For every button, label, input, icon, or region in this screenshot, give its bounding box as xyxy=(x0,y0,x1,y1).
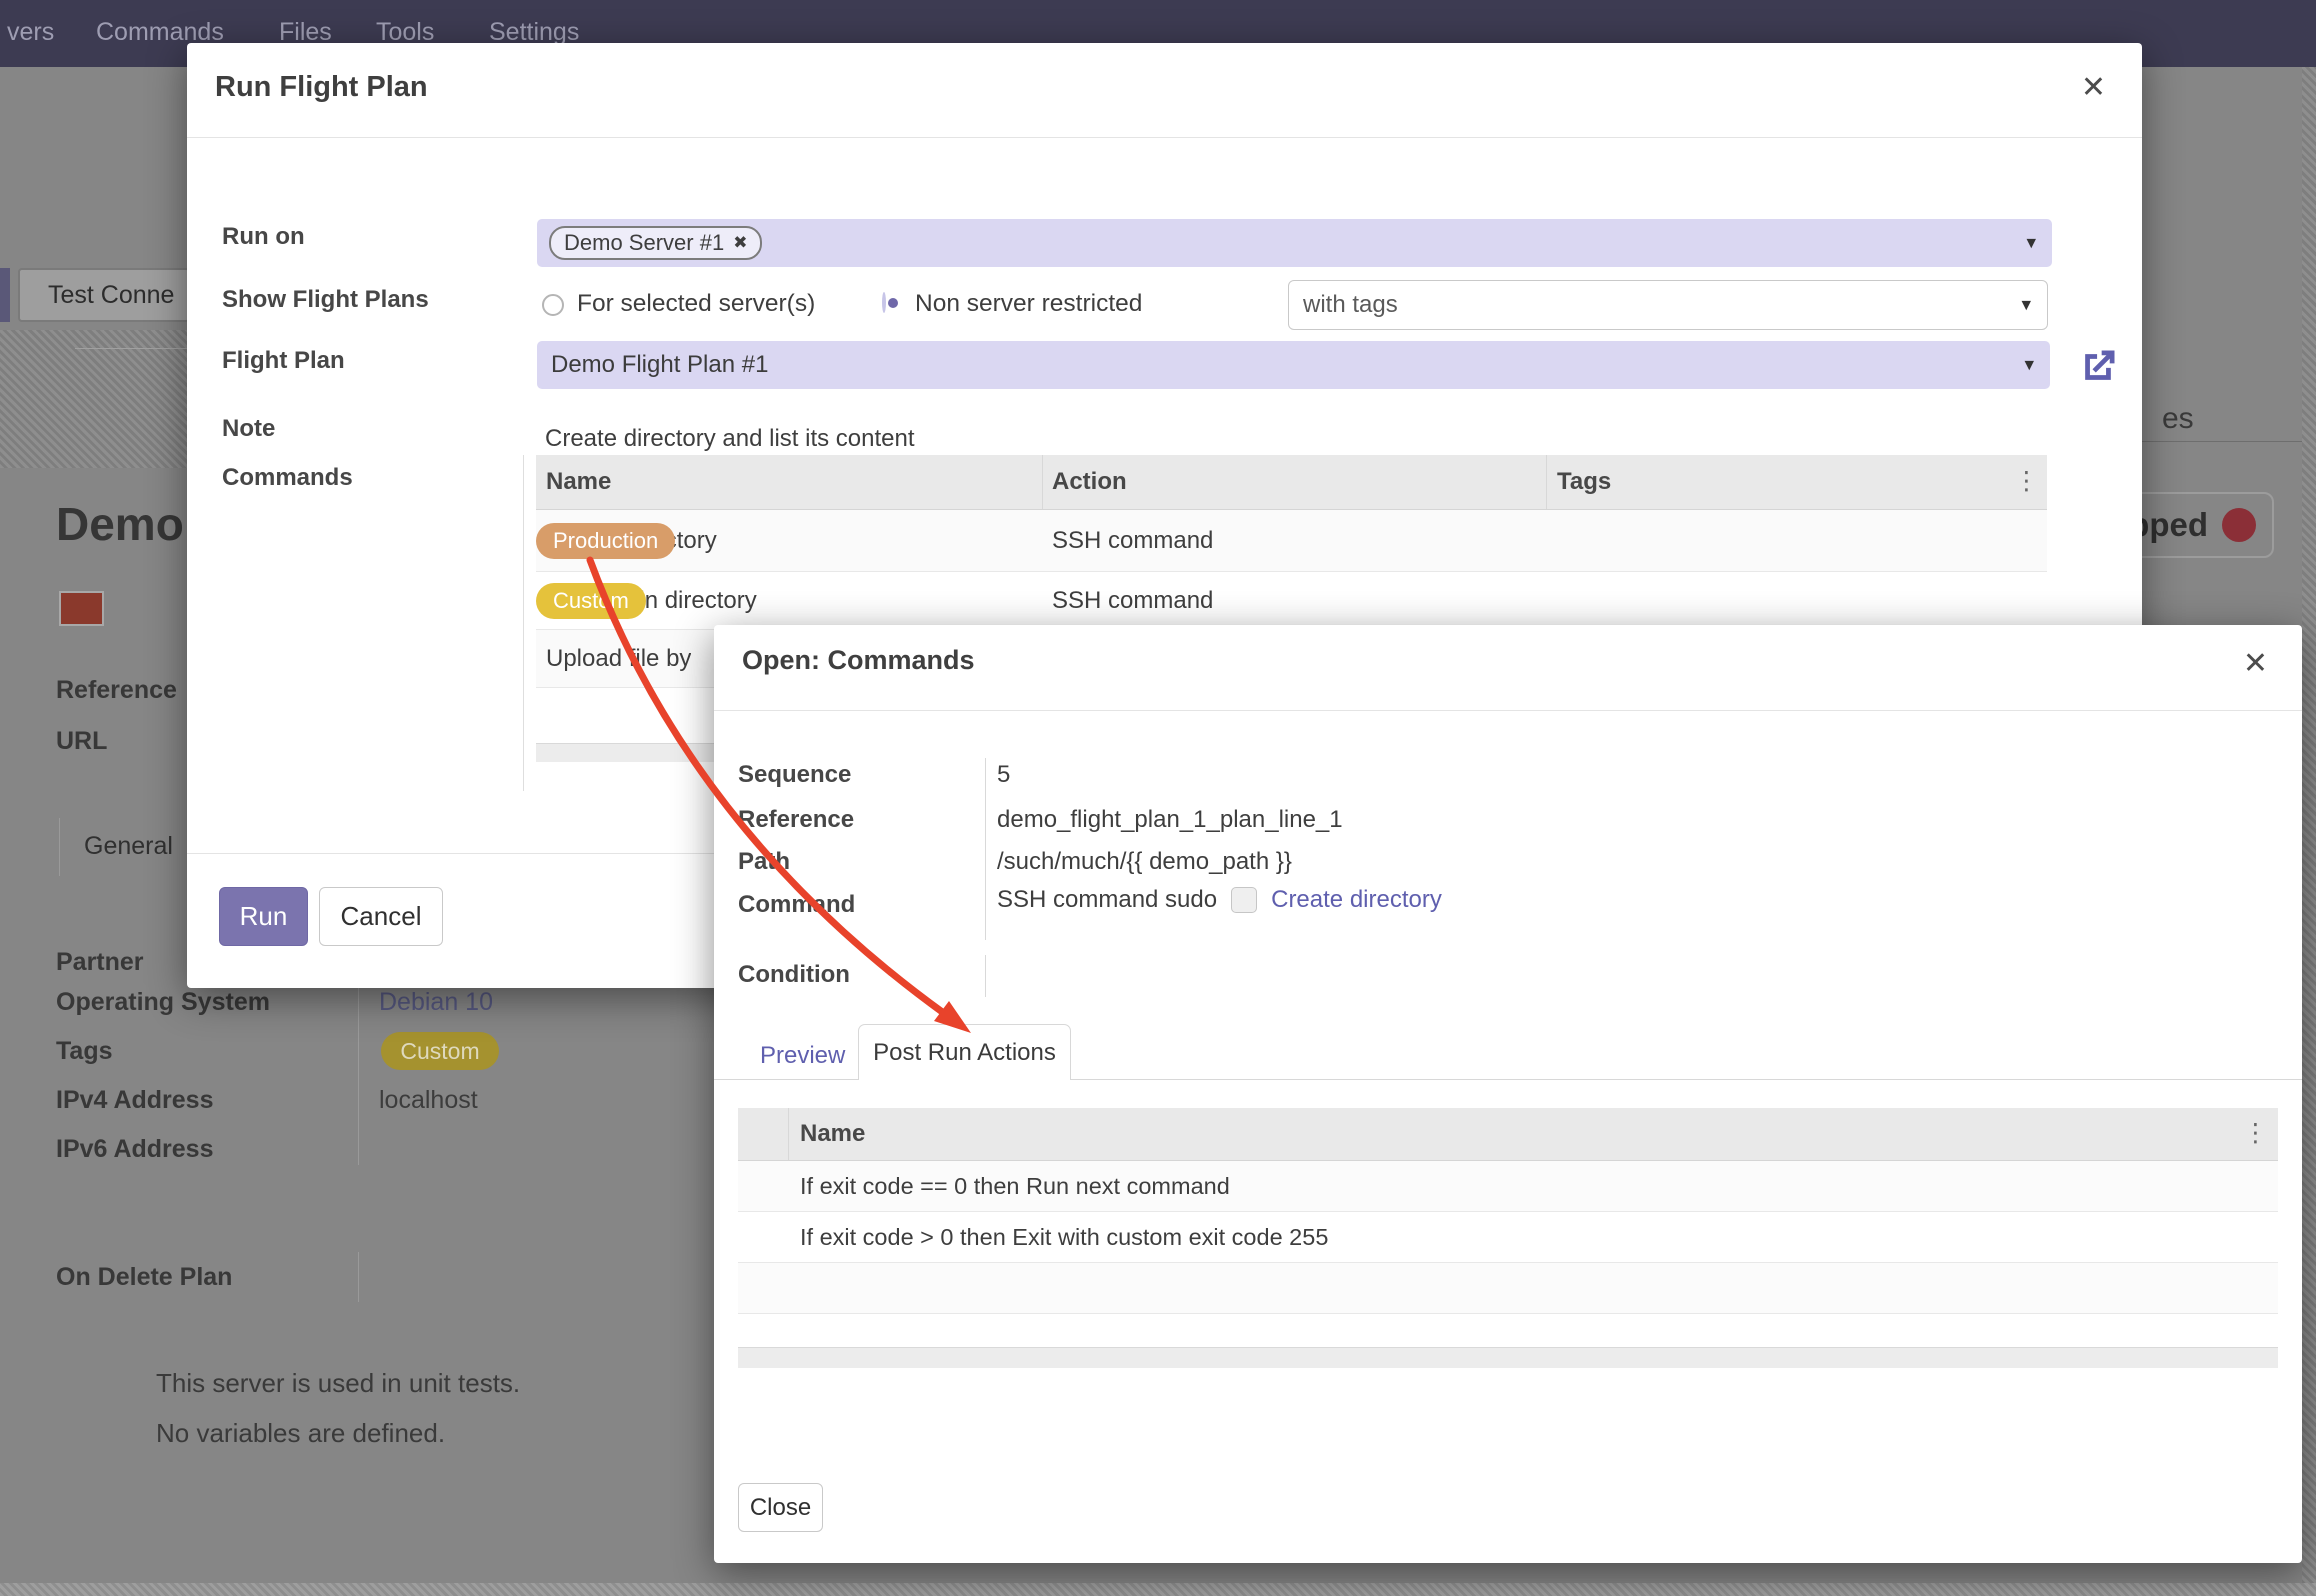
commands-modal-title: Open: Commands xyxy=(742,645,975,676)
table-footer-strip xyxy=(738,1347,2278,1368)
ipv6-label: IPv6 Address xyxy=(56,1135,213,1164)
server-note-line1: This server is used in unit tests. xyxy=(156,1368,520,1399)
run-modal-title: Run Flight Plan xyxy=(215,71,428,104)
column-name[interactable]: Name xyxy=(546,468,611,496)
field-divider xyxy=(358,1252,359,1302)
table-header-row: Name Action Tags ⋮ xyxy=(536,455,2047,510)
close-button[interactable]: Close xyxy=(738,1483,823,1532)
tab-general[interactable]: General xyxy=(84,832,173,861)
ipv4-value: localhost xyxy=(379,1086,478,1115)
sequence-label: Sequence xyxy=(738,761,851,789)
page-bottom-texture xyxy=(0,1583,2316,1596)
table-row[interactable]: If exit code == 0 then Run next command xyxy=(738,1161,2278,1212)
on-delete-plan-label: On Delete Plan xyxy=(56,1263,232,1292)
command-value-row: SSH command sudo Create directory xyxy=(997,886,1442,914)
tab-border xyxy=(59,818,60,876)
os-label: Operating System xyxy=(56,988,270,1017)
chip-remove-icon[interactable]: ✖ xyxy=(733,233,747,253)
tag-badge: Custom xyxy=(536,583,646,619)
reference-label: Reference xyxy=(56,676,177,705)
table-row[interactable]: Create directory SSH command Production xyxy=(536,510,2047,572)
kebab-icon[interactable]: ⋮ xyxy=(2014,469,2039,494)
reference-label: Reference xyxy=(738,806,854,834)
server-chip: Demo Server #1 ✖ xyxy=(549,226,762,260)
plan-description: Create directory and list its content xyxy=(545,425,915,453)
column-tags[interactable]: Tags xyxy=(1557,468,1611,496)
status-dot-icon xyxy=(2222,508,2256,542)
partner-label: Partner xyxy=(56,948,144,977)
tags-label: Tags xyxy=(56,1037,113,1066)
condition-label: Condition xyxy=(738,961,850,989)
radio-non-server-restricted[interactable] xyxy=(882,292,886,313)
commands-label: Commands xyxy=(222,464,353,492)
server-note-line2: No variables are defined. xyxy=(156,1418,445,1449)
reference-value: demo_flight_plan_1_plan_line_1 xyxy=(997,806,1343,834)
right-panel-partial-text: es xyxy=(2162,402,2194,436)
table-row-empty[interactable] xyxy=(738,1263,2278,1314)
screen: vers Commands Files Tools Settings Test … xyxy=(0,0,2316,1596)
modal-header-divider xyxy=(714,710,2302,711)
tab-post-run-actions[interactable]: Post Run Actions xyxy=(858,1024,1071,1080)
radio-selected-servers-label[interactable]: For selected server(s) xyxy=(577,290,815,318)
with-tags-select[interactable]: with tags ▾ xyxy=(1288,280,2048,330)
table-row[interactable]: If exit code > 0 then Exit with custom e… xyxy=(738,1212,2278,1263)
tag-badge-custom-dimmed: Custom xyxy=(381,1032,499,1070)
path-value: /such/much/{{ demo_path }} xyxy=(997,848,1292,876)
flight-plan-select[interactable]: Demo Flight Plan #1 ▾ xyxy=(537,341,2050,389)
column-action[interactable]: Action xyxy=(1052,468,1127,496)
external-link-icon[interactable] xyxy=(2076,345,2120,389)
run-on-select[interactable]: Demo Server #1 ✖ ▾ xyxy=(537,219,2052,267)
command-value: SSH command sudo xyxy=(997,886,1217,914)
chevron-down-icon: ▾ xyxy=(2021,294,2031,317)
page-texture-band xyxy=(0,330,187,468)
command-link[interactable]: Create directory xyxy=(1271,886,1442,914)
run-button[interactable]: Run xyxy=(219,887,308,946)
run-on-label: Run on xyxy=(222,223,305,251)
sheet-top-border xyxy=(75,348,187,349)
chevron-down-icon: ▾ xyxy=(2026,232,2036,255)
tab-preview[interactable]: Preview xyxy=(760,1042,845,1070)
post-run-actions-table: Name ⋮ If exit code == 0 then Run next c… xyxy=(738,1108,2278,1314)
right-panel-border xyxy=(2142,441,2302,442)
table-row[interactable]: List files in directory SSH command Cust… xyxy=(536,572,2047,630)
table-header-row: Name ⋮ xyxy=(738,1108,2278,1161)
open-commands-modal: Open: Commands ✕ Sequence Reference Path… xyxy=(714,625,2302,1563)
table-left-border xyxy=(523,455,524,791)
commands-modal-close-icon[interactable]: ✕ xyxy=(2243,649,2268,679)
ipv4-label: IPv4 Address xyxy=(56,1086,213,1115)
server-page-heading: Demo xyxy=(56,497,188,559)
radio-selected-servers[interactable] xyxy=(542,294,564,316)
command-label: Command xyxy=(738,891,855,919)
page-right-texture xyxy=(2302,67,2316,1596)
path-label: Path xyxy=(738,848,790,876)
os-value-link[interactable]: Debian 10 xyxy=(379,988,493,1017)
sequence-value: 5 xyxy=(997,761,1010,789)
sudo-checkbox[interactable] xyxy=(1231,887,1257,913)
column-name[interactable]: Name xyxy=(800,1120,865,1148)
show-flight-plans-label: Show Flight Plans xyxy=(222,286,429,314)
flight-plan-label: Flight Plan xyxy=(222,347,345,375)
color-swatch[interactable] xyxy=(59,591,104,626)
chevron-down-icon: ▾ xyxy=(2024,354,2034,377)
kebab-icon[interactable]: ⋮ xyxy=(2243,1121,2268,1146)
cancel-button[interactable]: Cancel xyxy=(319,887,443,946)
modal-header-divider xyxy=(187,137,2142,138)
note-label: Note xyxy=(222,415,275,443)
test-connection-button[interactable]: Test Conne xyxy=(18,268,190,322)
radio-non-server-restricted-label[interactable]: Non server restricted xyxy=(915,290,1142,318)
tag-badge: Production xyxy=(536,523,675,559)
menu-item-servers[interactable]: vers xyxy=(7,18,54,47)
run-modal-close-icon[interactable]: ✕ xyxy=(2081,73,2106,103)
url-label: URL xyxy=(56,727,107,756)
partial-primary-button[interactable] xyxy=(0,268,10,322)
field-divider xyxy=(358,985,359,1165)
